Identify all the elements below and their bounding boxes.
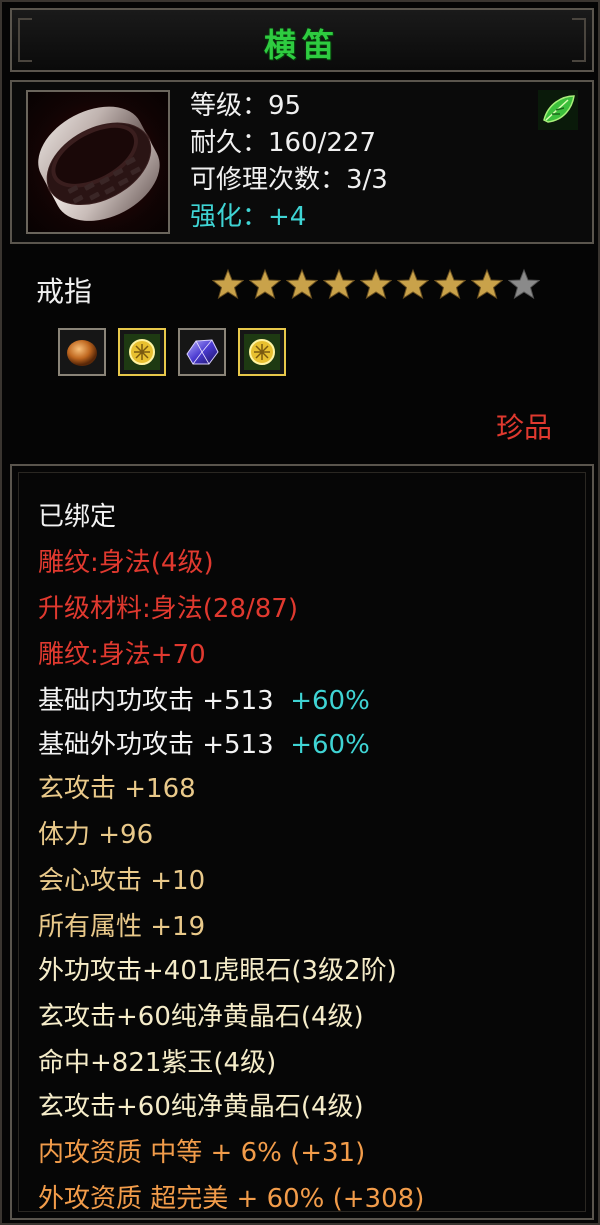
- engrave-line: 雕纹:身法(4级): [38, 548, 214, 578]
- stamina-line: 体力 +96: [38, 820, 154, 850]
- yellow-crystal-icon: [244, 334, 280, 370]
- item-details: 已绑定 雕纹:身法(4级) 升级材料:身法(28/87) 雕纹:身法+70 基础…: [10, 464, 594, 1220]
- star-filled-icon: [249, 268, 281, 300]
- star-filled-icon: [323, 268, 355, 300]
- item-type: 戒指: [36, 275, 93, 308]
- base-inner-attack-pct: +60%: [290, 686, 370, 716]
- base-inner-attack: 基础内功攻击 +513 +60%: [38, 680, 370, 717]
- gem-bonus-line-3: 命中+821紫玉(4级): [38, 1048, 277, 1078]
- base-outer-attack-pct: +60%: [290, 730, 370, 760]
- base-outer-attack-label: 基础外功攻击 +513: [38, 730, 274, 760]
- star-filled-icon: [286, 268, 318, 300]
- engrave-bonus-line: 雕纹:身法+70: [38, 640, 206, 670]
- xuan-attack-line: 玄攻击 +168: [38, 774, 196, 804]
- durability-stat: 耐久：160/227: [190, 128, 377, 158]
- gem-slot-1[interactable]: [58, 328, 106, 376]
- star-filled-icon: [360, 268, 392, 300]
- inner-quality-line: 内攻资质 中等 + 6% (+31): [38, 1138, 366, 1168]
- outer-quality-line: 外攻资质 超完美 + 60% (+308): [38, 1184, 425, 1214]
- gem-slot-4[interactable]: [238, 328, 286, 376]
- item-name: 横笛: [263, 26, 340, 64]
- item-header: 等级：95 耐久：160/227 可修理次数：3/3 强化：+4: [10, 80, 594, 244]
- ring-icon: [26, 90, 170, 234]
- star-filled-icon: [212, 268, 244, 300]
- base-outer-attack: 基础外功攻击 +513 +60%: [38, 724, 370, 761]
- bound-status: 已绑定: [38, 502, 117, 532]
- rarity-label: 珍品: [495, 411, 552, 444]
- upgrade-material-line: 升级材料:身法(28/87): [38, 594, 298, 624]
- title-bar: 横笛: [10, 8, 594, 72]
- gem-slots: [58, 328, 286, 376]
- item-tooltip: 横笛 等级：95 耐久：160/227 可修理次数：3/3 强化：+4 戒指 珍…: [0, 0, 600, 1225]
- yellow-crystal-icon: [124, 334, 160, 370]
- repair-count-stat: 可修理次数：3/3: [190, 165, 388, 195]
- star-filled-icon: [397, 268, 429, 300]
- gem-bonus-line-4: 玄攻击+60纯净黄晶石(4级): [38, 1092, 364, 1122]
- gem-slot-2[interactable]: [118, 328, 166, 376]
- level-stat: 等级：95: [190, 91, 302, 121]
- enhance-stat: 强化：+4: [190, 202, 307, 232]
- all-attributes-line: 所有属性 +19: [38, 912, 206, 942]
- purple-jade-icon: [186, 339, 219, 365]
- gem-bonus-line-2: 玄攻击+60纯净黄晶石(4级): [38, 1002, 364, 1032]
- crit-line: 会心攻击 +10: [38, 866, 206, 896]
- item-stats: 等级：95 耐久：160/227 可修理次数：3/3 强化：+4: [190, 88, 388, 236]
- star-empty-icon: [508, 268, 540, 300]
- gem-slot-3[interactable]: [178, 328, 226, 376]
- leaf-icon: [538, 90, 578, 130]
- amber-gem-icon: [67, 340, 97, 366]
- star-rating: [212, 268, 540, 300]
- gem-bonus-line-1: 外功攻击+401虎眼石(3级2阶): [38, 956, 397, 986]
- star-filled-icon: [471, 268, 503, 300]
- base-inner-attack-label: 基础内功攻击 +513: [38, 686, 274, 716]
- star-filled-icon: [434, 268, 466, 300]
